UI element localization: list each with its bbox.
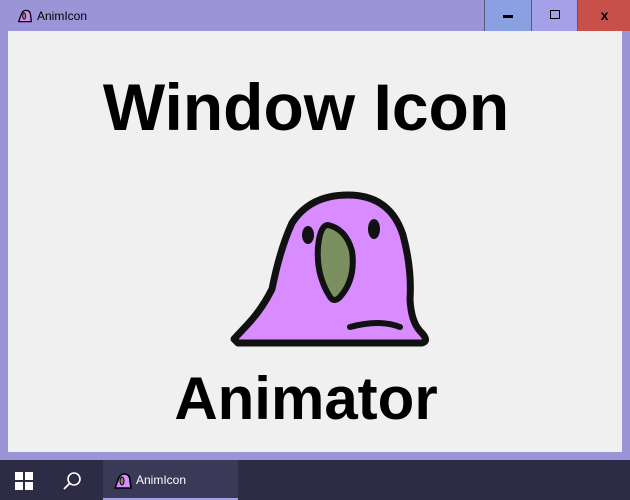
maximize-button[interactable]: [531, 0, 577, 31]
parrot-icon: [17, 9, 33, 23]
taskbar: AnimIcon: [0, 460, 630, 500]
taskbar-item-label: AnimIcon: [136, 473, 187, 487]
page-subtitle: Animator: [174, 365, 438, 432]
client-area: Window Icon Animator: [8, 31, 622, 452]
windows-start-icon[interactable]: [15, 472, 33, 490]
close-button[interactable]: x: [577, 0, 630, 31]
parrot-illustration: [230, 191, 429, 347]
title-bar[interactable]: AnimIcon x: [0, 0, 630, 31]
maximize-icon: [550, 10, 560, 19]
parrot-icon: [114, 473, 132, 489]
minimize-icon: [503, 15, 513, 18]
taskbar-item-animicon[interactable]: AnimIcon: [103, 460, 238, 500]
window-title: AnimIcon: [37, 9, 88, 23]
close-icon: x: [600, 7, 609, 23]
search-icon[interactable]: [62, 471, 82, 491]
app-window: AnimIcon x Window Icon Animator: [0, 0, 630, 460]
minimize-button[interactable]: [484, 0, 531, 31]
page-title: Window Icon: [102, 70, 510, 144]
